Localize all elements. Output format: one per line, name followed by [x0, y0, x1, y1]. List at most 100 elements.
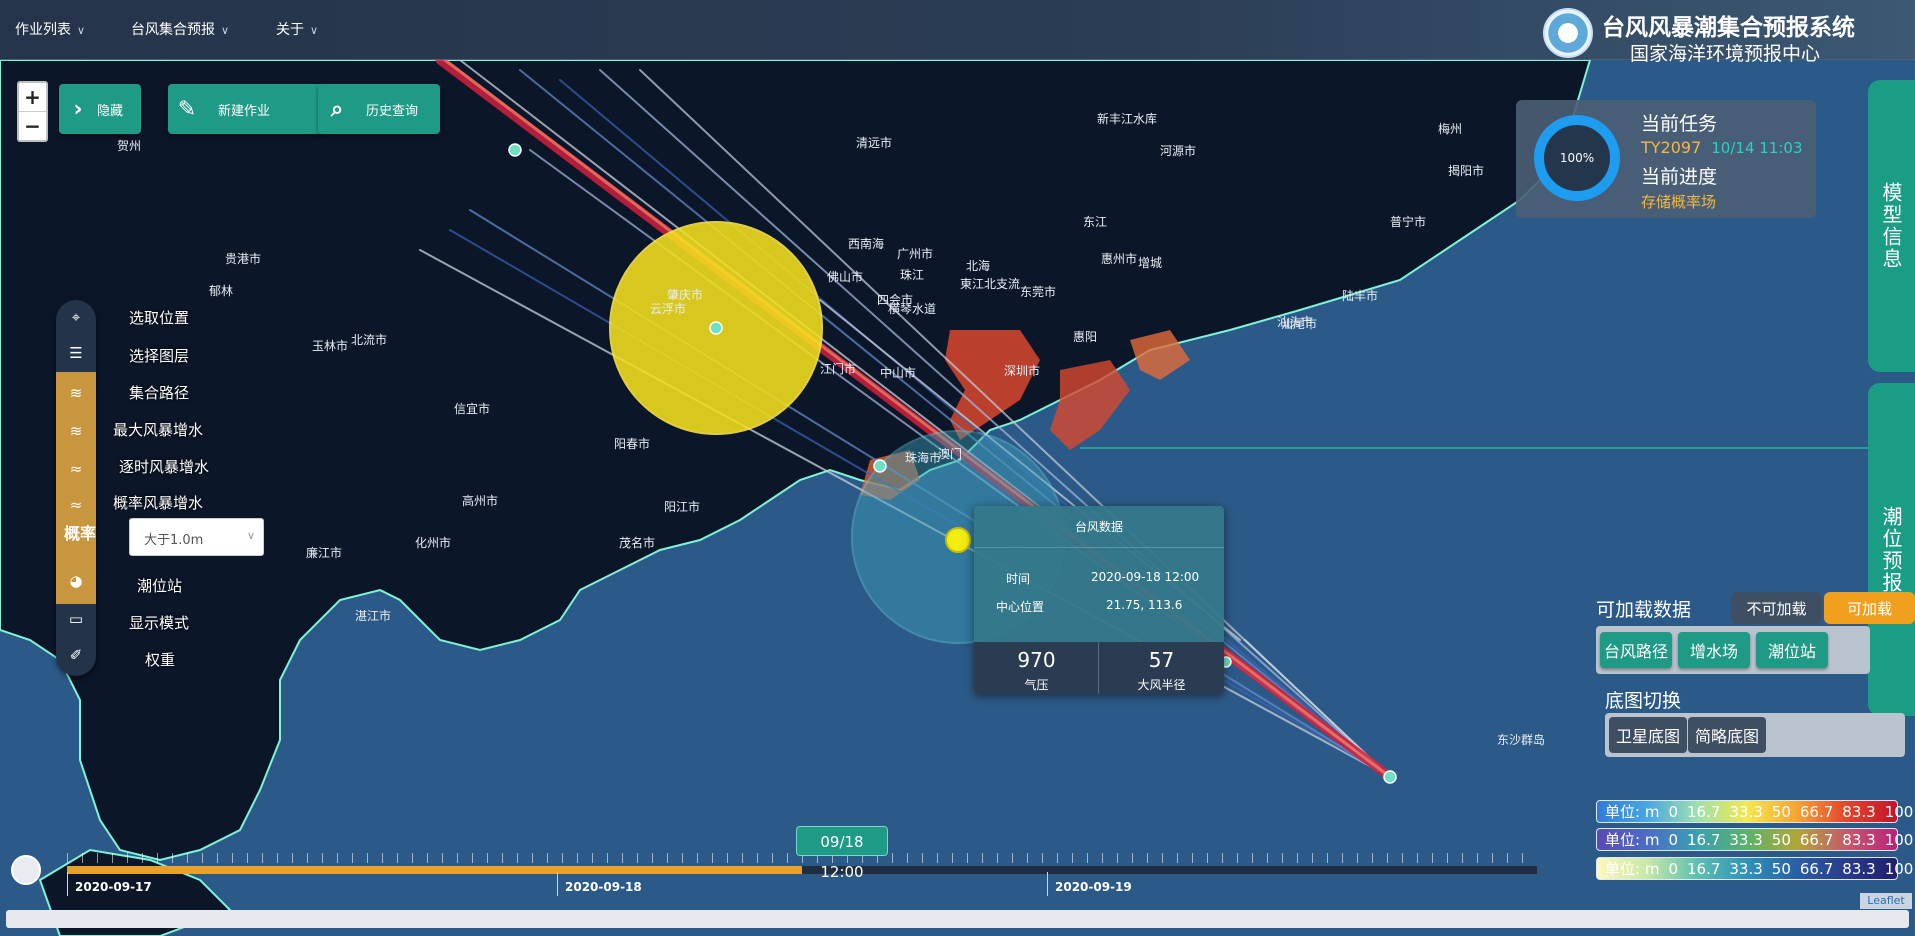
city-label: 陆丰市	[1342, 288, 1378, 303]
track-icon[interactable]: ≋	[56, 384, 96, 402]
popup-stats: 970 气压 57 大风半径	[974, 642, 1224, 694]
date-separator	[1047, 872, 1048, 896]
legend-tick: 83.3	[1842, 830, 1876, 849]
app-subtitle: 国家海洋环境预报中心	[1630, 43, 1821, 65]
play-button[interactable]	[11, 855, 41, 885]
menu-job-list[interactable]: 作业列表 ∨	[15, 19, 85, 39]
attribution-link[interactable]: Leaflet	[1860, 893, 1912, 909]
map-pin-icon[interactable]: ⌖	[56, 308, 96, 326]
city-label: 东沙群岛	[1497, 732, 1545, 747]
city-label: 佛山市	[827, 269, 863, 284]
city-label: 广州市	[897, 246, 933, 261]
toolbar-active-section	[56, 372, 96, 604]
pencil-icon[interactable]: ✐	[56, 646, 96, 664]
toolbar-label-select-layer[interactable]: 选择图层	[129, 345, 189, 366]
legend-tick: 33.3	[1729, 830, 1763, 849]
legend-tick: 83.3	[1842, 802, 1876, 821]
not-loadable-badge: 不可加载	[1731, 592, 1822, 624]
hourly-surge-icon[interactable]: ≈	[56, 460, 96, 478]
city-label: 增城	[1138, 256, 1162, 270]
legend-tick: 66.7	[1799, 859, 1834, 878]
legend-unit: 单位: m	[1605, 831, 1660, 849]
new-job-button[interactable]: ✎ 新建作业	[168, 84, 326, 134]
zoom-in-button[interactable]: +	[19, 83, 46, 112]
zoom-control: + −	[17, 81, 48, 142]
toolbar-label-max-surge[interactable]: 最大风暴增水	[113, 419, 203, 440]
progress-ring: 100%	[1534, 115, 1620, 201]
current-typhoon-marker[interactable]	[945, 527, 971, 553]
hide-button[interactable]: › 隐藏	[59, 84, 141, 134]
legend-bar: 单位: m 0 16.7 33.3 50 66.7 83.3 100	[1596, 857, 1913, 880]
simple-basemap-button[interactable]: 简略底图	[1688, 717, 1766, 753]
satellite-basemap-button[interactable]: 卫星底图	[1609, 717, 1687, 753]
task-time: 10/14 11:03	[1711, 139, 1803, 157]
toolbar-label-weight[interactable]: 权重	[145, 649, 175, 670]
city-label: 茂名市	[619, 535, 655, 550]
toolbar-label-display-mode[interactable]: 显示模式	[129, 612, 189, 633]
city-label: 東江北支流	[960, 277, 1020, 291]
probability-label: 概率	[64, 524, 97, 543]
timeline-date: 2020-09-19	[1055, 880, 1132, 894]
typhoon-track-button[interactable]: 台风路径	[1600, 632, 1672, 668]
tab-tide-forecast[interactable]: 潮位预报	[1868, 383, 1915, 716]
track-point	[1383, 770, 1397, 784]
monitor-icon[interactable]: ▭	[56, 610, 96, 628]
legend-unit: 单位: m	[1605, 860, 1660, 878]
city-label: 西南海	[848, 236, 884, 251]
city-label: 珠海市	[905, 450, 941, 465]
city-label: 湛江市	[355, 608, 391, 623]
tide-station-button[interactable]: 潮位站	[1756, 632, 1828, 668]
city-label: 北海	[966, 258, 990, 273]
city-label: 北流市	[351, 332, 387, 347]
city-label: 惠州市	[1101, 251, 1137, 266]
loadable-badge: 可加载	[1824, 592, 1915, 624]
toolbar-label-tide-station[interactable]: 潮位站	[137, 575, 182, 596]
zoom-out-button[interactable]: −	[19, 112, 46, 141]
date-separator	[67, 872, 68, 896]
legend-tick: 0	[1668, 802, 1678, 821]
legend-tick: 100	[1884, 830, 1914, 849]
city-label: 惠阳	[1073, 330, 1097, 344]
city-label: 廉江市	[306, 545, 342, 560]
legend-bar: 单位: m 0 16.7 33.3 50 66.7 83.3 100	[1596, 800, 1913, 823]
legend-tick: 100	[1884, 802, 1914, 821]
center-value: 21.75, 113.6	[1106, 598, 1183, 612]
legend-tick: 16.7	[1686, 830, 1721, 849]
probability-threshold-select[interactable]: 大于1.0m ∨	[129, 518, 264, 556]
city-label: 澳门	[938, 446, 962, 461]
city-label: 东莞市	[1020, 284, 1056, 299]
progress-status: 存储概率场	[1641, 193, 1717, 211]
horizontal-scrollbar[interactable]	[6, 910, 1909, 928]
legend-tick: 0	[1668, 859, 1678, 878]
popup-title: 台风数据	[974, 506, 1224, 548]
prob-surge-icon[interactable]: ≈	[56, 496, 96, 514]
legend-bar: 单位: m 0 16.7 33.3 50 66.7 83.3 100	[1596, 828, 1913, 851]
surge-field-button[interactable]: 增水场	[1678, 632, 1750, 668]
toolbar-label-select-position[interactable]: 选取位置	[129, 307, 189, 328]
timeline-date: 2020-09-18	[565, 880, 642, 894]
toolbar-label-hourly-surge[interactable]: 逐时风暴增水	[119, 456, 209, 477]
station-icon[interactable]: ◕	[56, 572, 96, 590]
logo	[1543, 8, 1593, 58]
menu-about[interactable]: 关于 ∨	[276, 19, 318, 39]
basemap-bar: 卫星底图 简略底图	[1605, 713, 1905, 757]
timeline-current-label[interactable]: 09/18 12:00	[796, 826, 888, 881]
city-label: 梅州	[1438, 121, 1462, 136]
history-query-button[interactable]: ⌕ 历史查询	[318, 84, 440, 134]
pressure-label: 气压	[1024, 678, 1049, 692]
basemap-title: 底图切换	[1605, 690, 1682, 712]
chevron-down-icon: ∨	[246, 529, 255, 542]
legend-unit: 单位: m	[1605, 803, 1660, 821]
city-label: 贺州	[117, 139, 141, 153]
track-point	[508, 143, 522, 157]
tab-model-info[interactable]: 模型信息	[1868, 80, 1915, 372]
toolbar-label-prob-surge[interactable]: 概率风暴增水	[113, 492, 203, 513]
task-panel: 100% 当前任务 TY2097 10/14 11:03 当前进度 存储概率场	[1516, 100, 1816, 218]
layers-list-icon[interactable]: ☰	[56, 344, 96, 362]
menu-ensemble-forecast[interactable]: 台风集合预报 ∨	[131, 19, 229, 39]
max-surge-icon[interactable]: ≋	[56, 422, 96, 440]
legend-tick: 16.7	[1686, 859, 1721, 878]
edit-icon: ✎	[177, 96, 197, 122]
toolbar-label-ensemble-track[interactable]: 集合路径	[129, 382, 189, 403]
city-label: 贵港市	[225, 251, 261, 266]
